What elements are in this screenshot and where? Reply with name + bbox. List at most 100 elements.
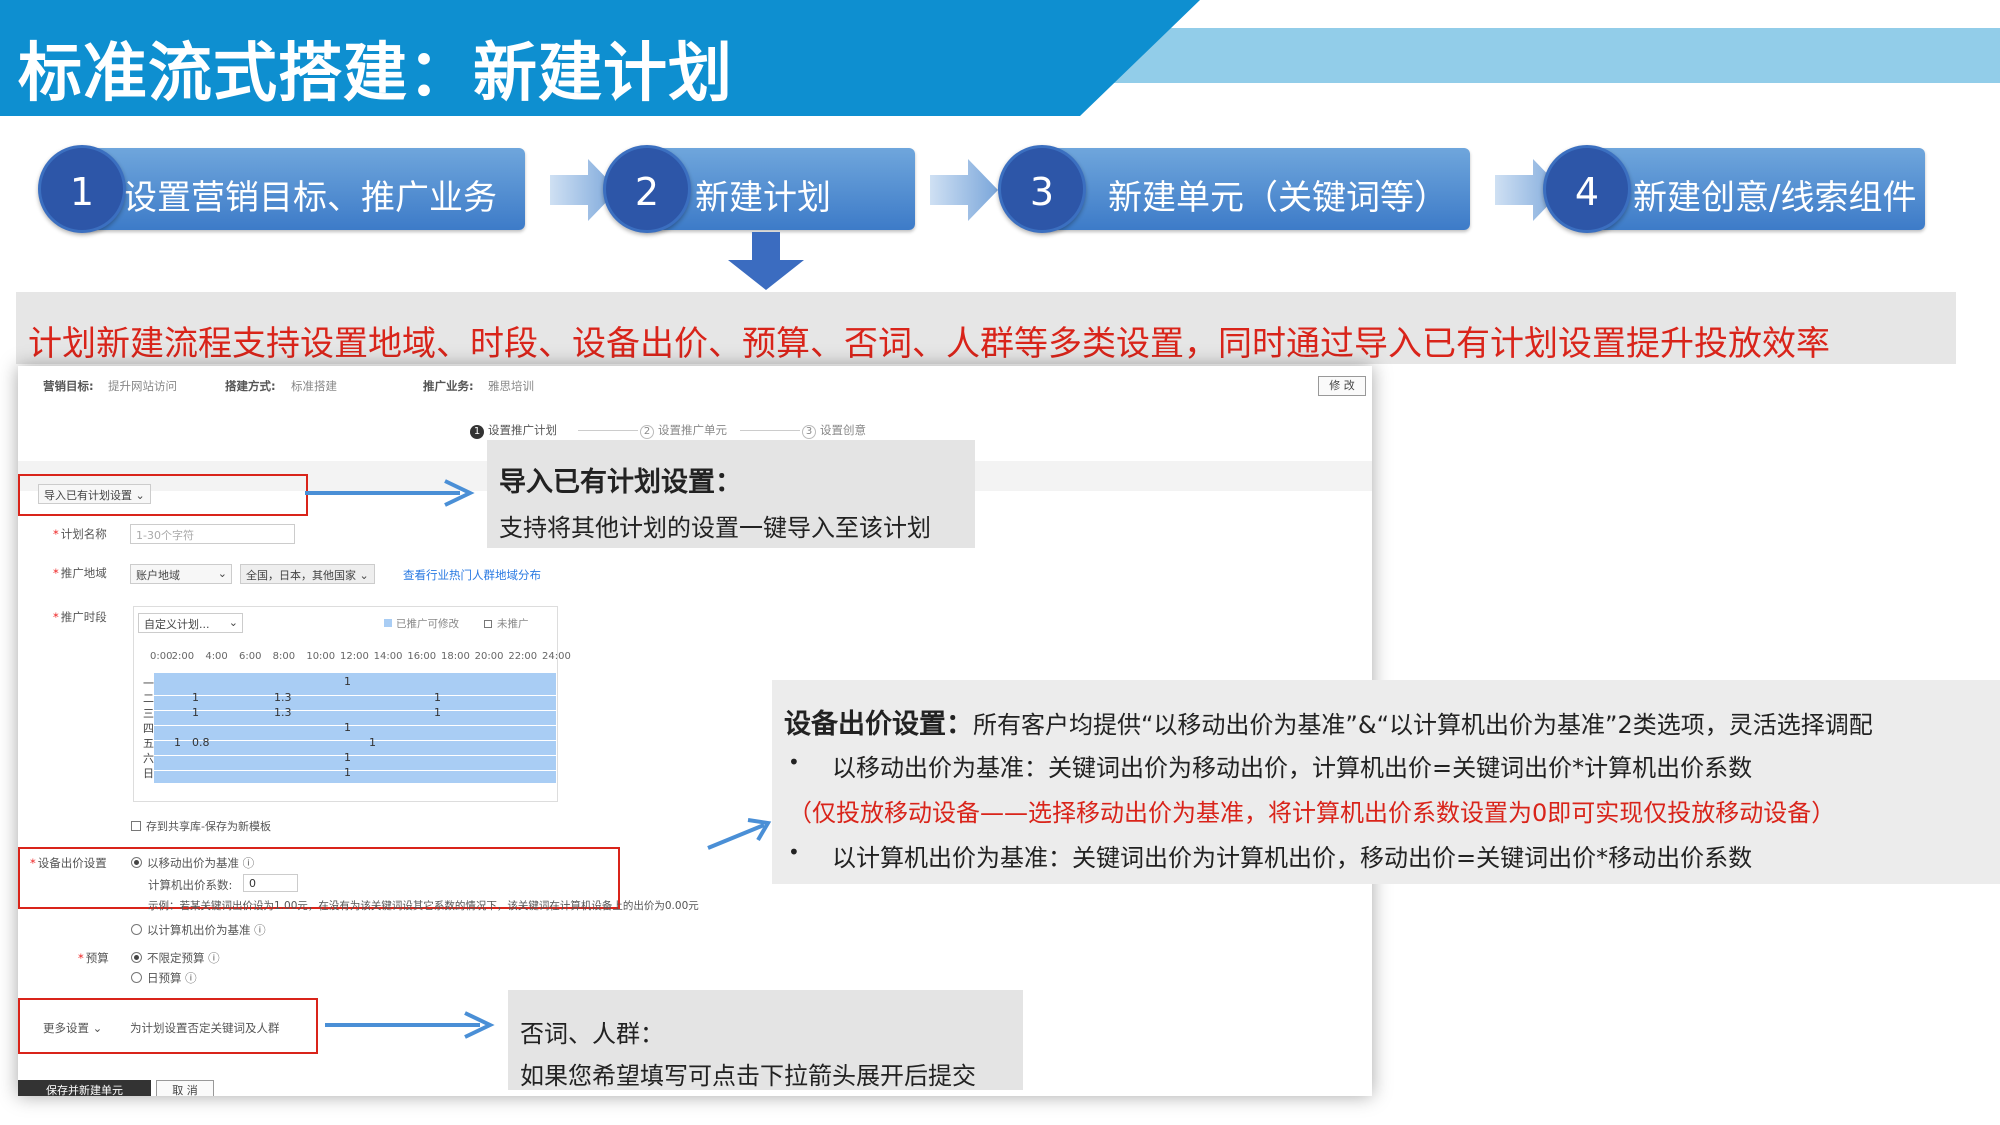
day-label: 三 bbox=[143, 707, 154, 720]
hour-tick: 0:00 bbox=[150, 651, 173, 662]
help-icon[interactable]: ⓘ bbox=[185, 971, 197, 985]
callout-negative: 否词、人群： 如果您希望填写可点击下拉箭头展开后提交 bbox=[508, 990, 1023, 1090]
hour-tick: 22:00 bbox=[508, 651, 538, 662]
chevron-down-icon: ⌄ bbox=[92, 1021, 103, 1035]
step-1-label: 设置营销目标、推广业务 bbox=[123, 178, 497, 218]
grid-value: 1 bbox=[344, 751, 351, 764]
legend-not: 未推广 bbox=[484, 616, 529, 631]
hour-tick: 8:00 bbox=[272, 651, 296, 662]
page-title: 标准流式搭建：新建计划 bbox=[18, 37, 733, 111]
callout-import-text: 支持将其他计划的设置一键导入至该计划 bbox=[499, 514, 931, 542]
hour-tick: 6:00 bbox=[239, 651, 262, 662]
plan-name-input[interactable]: 1-30个字符 bbox=[130, 524, 295, 544]
checkbox-icon[interactable] bbox=[131, 821, 141, 831]
radio-icon[interactable] bbox=[131, 972, 142, 983]
wizard-step-1[interactable]: 1 设置推广计划 bbox=[470, 422, 557, 439]
grid-value: 1 bbox=[192, 706, 199, 719]
help-icon[interactable]: ⓘ bbox=[208, 951, 220, 965]
wizard-step-3[interactable]: 3 设置创意 bbox=[802, 422, 866, 439]
time-schedule[interactable]: 自定义计划... ⌄ 已推广可修改 未推广 0:00 2:00 4:00 6:00 8:0… bbox=[133, 606, 571, 802]
region-distribution-link[interactable]: 查看行业热门人群地域分布 bbox=[403, 567, 541, 583]
step-2-number: 2 bbox=[603, 145, 691, 233]
build-mode-label: 搭建方式: bbox=[225, 379, 276, 393]
step-3-bar: 新建单元（关键词等） bbox=[1035, 148, 1470, 230]
modify-button[interactable]: 修 改 bbox=[1318, 376, 1366, 396]
step-1-number: 1 bbox=[38, 145, 126, 233]
day-label: 日 bbox=[143, 767, 154, 780]
step-4-label: 新建创意/线索组件 bbox=[1633, 178, 1917, 218]
arrow-right-icon bbox=[325, 1011, 495, 1039]
wizard-step-1-label: 设置推广计划 bbox=[488, 423, 557, 437]
callout-negative-title: 否词、人群： bbox=[520, 1020, 664, 1048]
radio-selected-icon[interactable] bbox=[131, 857, 142, 868]
callout-device-title: 设备出价设置： bbox=[784, 709, 973, 740]
help-icon[interactable]: ⓘ bbox=[254, 923, 266, 937]
wizard-step-3-label: 设置创意 bbox=[820, 423, 866, 437]
grid-value: 0.8 bbox=[192, 736, 210, 749]
grid-value: 1 bbox=[369, 736, 376, 749]
region-label: * 推广地域 bbox=[53, 566, 107, 580]
step-1-bar: 设置营销目标、推广业务 bbox=[75, 148, 525, 230]
chevron-down-icon: ⌄ bbox=[217, 567, 227, 580]
help-icon[interactable]: ⓘ bbox=[243, 856, 255, 870]
callout-device-bid: 设备出价设置：所有客户均提供“以移动出价为基准”&“以计算机出价为基准”2类选项… bbox=[772, 680, 2000, 884]
device-example-text: 示例：若某关键词出价设为1.00元，在没有为该关键词设其它系数的情况下，该关键词… bbox=[148, 900, 699, 912]
grid-value: 1 bbox=[174, 736, 181, 749]
budget-option-unlimited[interactable]: 不限定预算 ⓘ bbox=[131, 950, 220, 966]
cancel-button[interactable]: 取 消 bbox=[156, 1080, 214, 1096]
summary-strip: 计划新建流程支持设置地域、时段、设备出价、预算、否词、人群等多类设置，同时通过导… bbox=[16, 292, 1956, 364]
wizard-step-2[interactable]: 2 设置推广单元 bbox=[640, 422, 727, 439]
step-2-label: 新建计划 bbox=[695, 178, 831, 218]
marketing-goal-label: 营销目标: bbox=[43, 379, 94, 393]
wizard-step-1-number: 1 bbox=[470, 425, 484, 439]
wizard-step-2-number: 2 bbox=[640, 425, 654, 439]
radio-selected-icon[interactable] bbox=[131, 952, 142, 963]
arrow-right-icon bbox=[930, 159, 998, 221]
save-template-option[interactable]: 存到共享库-保存为新模板 bbox=[131, 818, 271, 834]
schedule-grid[interactable] bbox=[154, 673, 556, 783]
save-new-unit-button[interactable]: 保存并新建单元 bbox=[18, 1080, 151, 1096]
business-value: 雅思培训 bbox=[488, 379, 534, 393]
budget-option-daily[interactable]: 日预算 ⓘ bbox=[131, 970, 197, 986]
hour-axis: 0:00 2:00 4:00 6:00 8:00 10:00 12:00 14:00 16:00… bbox=[150, 651, 571, 665]
pc-coef-label: 计算机出价系数: bbox=[148, 878, 233, 892]
step-4-bar: 新建创意/线索组件 bbox=[1580, 148, 1925, 230]
business-label: 推广业务: bbox=[423, 379, 474, 393]
day-label: 二 bbox=[143, 692, 154, 705]
highlight-import bbox=[18, 474, 308, 516]
callout-device-red-note: （仅投放移动设备——选择移动出价为基准，将计算机出价系数设置为0即可实现仅投放移… bbox=[788, 799, 1836, 827]
hour-tick: 14:00 bbox=[373, 651, 403, 662]
step-3-label: 新建单元（关键词等） bbox=[1108, 178, 1448, 218]
callout-device-title-rest: 所有客户均提供“以移动出价为基准”&“以计算机出价为基准”2类选项，灵活选择调配 bbox=[973, 711, 1873, 739]
callout-import-title: 导入已有计划设置： bbox=[499, 467, 742, 498]
hour-tick: 12:00 bbox=[340, 651, 369, 662]
wizard-connector bbox=[578, 430, 638, 431]
schedule-select[interactable]: 自定义计划... ⌄ bbox=[138, 613, 243, 633]
radio-icon[interactable] bbox=[131, 924, 142, 935]
more-settings-desc: 为计划设置否定关键词及人群 bbox=[130, 1021, 280, 1035]
hour-tick: 2:00 bbox=[171, 651, 195, 662]
device-option-pc[interactable]: 以计算机出价为基准 ⓘ bbox=[131, 922, 266, 938]
hour-tick: 4:00 bbox=[205, 651, 228, 662]
day-label: 四 bbox=[143, 722, 154, 735]
device-option-mobile[interactable]: 以移动出价为基准 ⓘ bbox=[131, 855, 254, 871]
grid-value: 1 bbox=[434, 706, 441, 719]
day-label: 五 bbox=[143, 737, 154, 750]
legend-editable: 已推广可修改 bbox=[384, 616, 459, 631]
day-label: 六 bbox=[143, 752, 154, 765]
step-3-number: 3 bbox=[998, 145, 1086, 233]
region-value[interactable]: 全国，日本，其他国家 ⌄ bbox=[240, 564, 375, 584]
region-select[interactable]: 账户地域 ⌄ bbox=[130, 564, 232, 584]
grid-value: 1.3 bbox=[274, 706, 292, 719]
bullet-icon: • bbox=[788, 750, 800, 774]
wizard-connector bbox=[740, 430, 800, 431]
arrow-down-icon bbox=[728, 232, 804, 290]
marketing-goal-value: 提升网站访问 bbox=[108, 379, 177, 393]
budget-label: * 预算 bbox=[78, 951, 109, 965]
pc-coef-input[interactable]: 0 bbox=[243, 874, 298, 892]
callout-import: 导入已有计划设置： 支持将其他计划的设置一键导入至该计划 bbox=[487, 440, 975, 548]
grid-value: 1 bbox=[192, 691, 199, 704]
more-settings-toggle[interactable]: 更多设置 ⌄ bbox=[43, 1020, 102, 1036]
hour-tick: 18:00 bbox=[441, 651, 470, 662]
grid-value: 1 bbox=[344, 721, 351, 734]
